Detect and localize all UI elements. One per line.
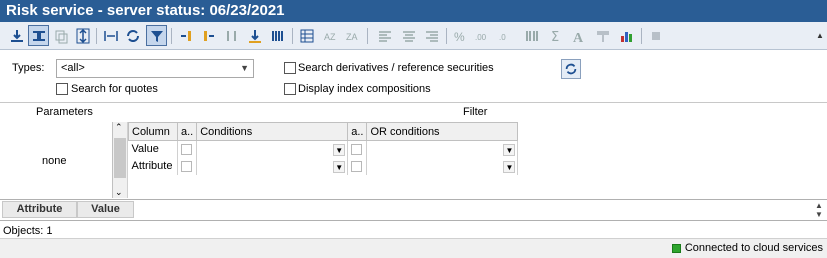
sort-za-icon[interactable]: ZA [342, 25, 363, 46]
expand-vertical-icon[interactable] [72, 25, 93, 46]
results-header: Attribute Value ▲ ▼ [0, 199, 827, 221]
and-header-2: a.. [347, 122, 368, 141]
format-icon[interactable] [592, 25, 613, 46]
toolbar-scroll-icon[interactable]: ▲ [815, 28, 825, 44]
align-center-icon[interactable] [398, 25, 419, 46]
and-checkbox[interactable] [351, 160, 363, 172]
align-right-icon[interactable] [421, 25, 442, 46]
move-right-icon[interactable] [175, 25, 196, 46]
display-index-label: Display index compositions [298, 83, 431, 95]
filter-grid: ⌃ ⌄ Column a.. Conditions a.. OR conditi… [112, 122, 827, 198]
or-conditions-header: OR conditions [366, 122, 519, 141]
results-scroll-icon[interactable]: ▲ ▼ [813, 201, 825, 219]
parameters-header: Parameters [36, 106, 93, 118]
refresh-icon [565, 63, 577, 75]
svg-text:A: A [573, 31, 584, 44]
types-value: <all> [61, 62, 85, 74]
chevron-down-icon[interactable]: ▼ [333, 144, 346, 156]
svg-text:ZA: ZA [346, 32, 358, 42]
search-quotes-checkbox[interactable] [56, 83, 68, 95]
sigma-icon[interactable]: Σ [545, 25, 566, 46]
svg-text:Σ: Σ [551, 30, 559, 44]
align-left-icon[interactable] [374, 25, 395, 46]
connection-status-text: Connected to cloud services [684, 242, 823, 254]
sort-az-icon[interactable]: AZ [320, 25, 341, 46]
search-options: Types: <all> ▼ Search for quotes Search … [0, 51, 827, 103]
grid-icon[interactable] [296, 25, 317, 46]
svg-text:%: % [454, 30, 465, 44]
decimal-decrease-icon[interactable]: .0 [496, 25, 517, 46]
svg-text:.00: .00 [475, 33, 487, 42]
svg-text:.0: .0 [499, 33, 506, 42]
filter-table: Column a.. Conditions a.. OR conditions … [128, 122, 519, 175]
chevron-down-icon[interactable]: ▼ [333, 160, 346, 173]
row-column-name: Attribute [128, 157, 178, 175]
font-icon[interactable]: A [568, 25, 589, 46]
filter-panel: Parameters Filter none ⌃ ⌄ Column a.. Co… [0, 104, 827, 198]
search-derivatives-checkbox[interactable] [284, 62, 296, 74]
or-conditions-cell[interactable]: ▼ [366, 140, 519, 158]
move-left-icon[interactable] [198, 25, 219, 46]
sort-down-icon[interactable] [244, 25, 265, 46]
display-index-checkbox[interactable] [284, 83, 296, 95]
column-insert-icon[interactable] [221, 25, 242, 46]
toolbar: AZ ZA % .00 .0 Σ A ▲ [0, 22, 827, 50]
objects-count: Objects: 1 [3, 225, 53, 237]
status-bar: Connected to cloud services [0, 238, 827, 258]
chevron-down-icon[interactable]: ▼ [503, 160, 516, 173]
copy-icon[interactable] [50, 25, 71, 46]
attribute-column-header[interactable]: Attribute [2, 201, 77, 218]
column-header: Column [128, 122, 178, 141]
conditions-header: Conditions [196, 122, 349, 141]
table-row: Attribute ▼ ▼ [128, 157, 519, 175]
conditions-cell[interactable]: ▼ [196, 157, 349, 175]
scroll-up-icon[interactable]: ⌃ [115, 122, 123, 133]
or-conditions-cell[interactable]: ▼ [366, 157, 519, 175]
search-quotes-label: Search for quotes [71, 83, 158, 95]
scroll-thumb[interactable] [114, 138, 126, 178]
types-select[interactable]: <all> ▼ [56, 59, 254, 78]
and-checkbox[interactable] [351, 143, 363, 155]
split-view-icon[interactable] [28, 25, 49, 46]
chevron-down-icon: ▼ [240, 63, 249, 73]
refresh-search-button[interactable] [561, 59, 581, 79]
svg-text:AZ: AZ [324, 32, 336, 42]
types-label: Types: [12, 62, 45, 74]
column-sum-icon[interactable] [521, 25, 542, 46]
table-row: Value ▼ ▼ [128, 140, 519, 158]
column-width-icon[interactable] [100, 25, 121, 46]
filter-icon[interactable] [146, 25, 167, 46]
conditions-cell[interactable]: ▼ [196, 140, 349, 158]
and-checkbox[interactable] [181, 160, 192, 172]
refresh-icon[interactable] [122, 25, 143, 46]
chevron-down-icon[interactable]: ▼ [503, 144, 516, 156]
scroll-down-icon[interactable]: ⌄ [115, 187, 123, 198]
and-header: a.. [176, 122, 198, 141]
chart-icon[interactable] [616, 25, 637, 46]
connection-status-icon [671, 243, 681, 253]
window-title: Risk service - server status: 06/23/2021 [0, 0, 827, 22]
decimal-increase-icon[interactable]: .00 [472, 25, 493, 46]
filter-header: Filter [463, 106, 488, 118]
search-derivatives-label: Search derivatives / reference securitie… [298, 62, 494, 74]
and-checkbox[interactable] [181, 143, 192, 155]
value-column-header[interactable]: Value [77, 201, 134, 218]
row-column-name: Value [128, 140, 178, 158]
stop-icon[interactable] [645, 25, 666, 46]
columns-icon[interactable] [267, 25, 288, 46]
export-icon[interactable] [6, 25, 27, 46]
filter-grid-scrollbar[interactable]: ⌃ ⌄ [113, 122, 128, 198]
percent-icon[interactable]: % [449, 25, 470, 46]
parameters-value: none [42, 155, 67, 167]
